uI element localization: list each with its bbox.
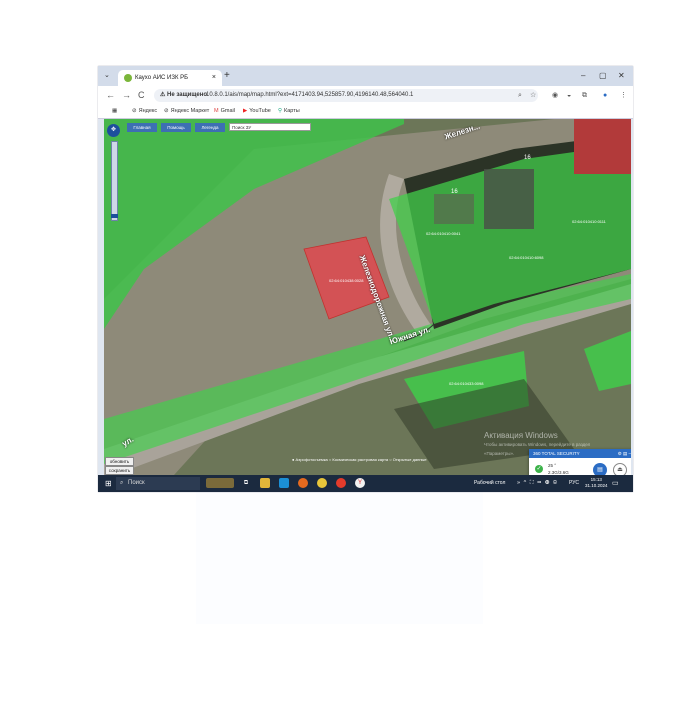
- zoom-slider-handle[interactable]: [111, 214, 118, 218]
- refresh-button[interactable]: обновить: [105, 457, 134, 466]
- bookmark-yandex[interactable]: ⊘ Яндекс: [132, 104, 157, 118]
- parcel-search-input[interactable]: Поиск ЗУ: [229, 123, 311, 131]
- youtube-icon: ▶: [243, 108, 248, 114]
- site-favicon-icon: [124, 74, 132, 82]
- windows-taskbar: ⊞ ⌕ Поиск ⧉ Y Рабочий стол » ^ ⛶ ▭ ◍ ⊛ Р…: [98, 475, 633, 492]
- cleanup-button[interactable]: ▤: [593, 463, 607, 475]
- search-icon: ⌕: [120, 480, 124, 486]
- back-button[interactable]: ←: [106, 88, 115, 102]
- parcel-label: 02:64:010410:6098: [509, 255, 544, 260]
- tab-main[interactable]: Главная: [127, 123, 157, 132]
- minimize-button[interactable]: –: [581, 69, 585, 83]
- bookmarks-bar: ▦ ⊘ Яндекс ⊘ Яндекс Маркет M Gmail ▶ YouTube…: [98, 104, 633, 119]
- bookmark-yandex-market[interactable]: ⊘ Яндекс Маркет: [164, 104, 209, 118]
- security-popup[interactable]: 360 TOTAL SECURITY ⚙ ▤ – ✓ 25 ° 2.3G/3.6…: [529, 449, 631, 475]
- bookmark-star-icon[interactable]: ☆: [530, 89, 536, 102]
- tab-title: Каухо АИС ИЗК РБ: [135, 75, 189, 81]
- house-number: 16: [451, 189, 458, 195]
- chrome-icon[interactable]: [317, 478, 327, 488]
- eject-button[interactable]: ⏏: [613, 463, 627, 475]
- start-button[interactable]: ⊞: [105, 475, 112, 492]
- bookmark-gmail[interactable]: M Gmail: [214, 104, 235, 118]
- tab-legend[interactable]: Легенда: [195, 123, 225, 132]
- news-widget-icon[interactable]: [206, 478, 234, 488]
- layer-switcher[interactable]: ● Аэрофотосъемка ○ Космическая растровая…: [292, 457, 427, 462]
- not-secure-badge[interactable]: ⚠ Не защищено: [160, 89, 207, 102]
- tab-help[interactable]: Помощь: [161, 123, 191, 132]
- check-icon: ✓: [535, 465, 543, 473]
- tab-list-button[interactable]: ⌄: [104, 70, 110, 82]
- pan-control[interactable]: ✥: [107, 124, 120, 137]
- security-popup-header: 360 TOTAL SECURITY ⚙ ▤ –: [529, 449, 631, 458]
- notifications-icon[interactable]: ▭: [612, 475, 619, 492]
- tab-close-icon[interactable]: ×: [212, 70, 216, 86]
- aerial-map-image: [104, 119, 631, 475]
- parcel-label: 02:64:010433:0098: [449, 381, 484, 386]
- taskbar-clock[interactable]: 15:13 31.10.2024: [585, 477, 608, 489]
- bookmark-youtube[interactable]: ▶ YouTube: [243, 104, 271, 118]
- house-number: 16: [524, 155, 531, 161]
- browser-tab[interactable]: Каухо АИС ИЗК РБ ×: [118, 70, 222, 86]
- close-window-button[interactable]: ✕: [618, 69, 625, 83]
- apps-icon[interactable]: ▦: [112, 104, 117, 118]
- parcel-label: 02:64:010438:0028: [329, 278, 364, 283]
- task-view-icon[interactable]: ⧉: [241, 478, 251, 488]
- edge-icon[interactable]: [279, 478, 289, 488]
- tab-strip: ⌄ Каухо АИС ИЗК РБ × + – ▢ ✕: [98, 66, 633, 86]
- yandex-market-icon: ⊘: [164, 108, 169, 114]
- input-language[interactable]: РУС: [569, 475, 579, 492]
- parcel-label: 02:64:010410:0041: [426, 231, 461, 236]
- map-viewport[interactable]: ✥ Главная Помощь Легенда Поиск ЗУ Железн…: [104, 119, 631, 475]
- extension-icon[interactable]: ◉: [552, 89, 558, 102]
- url-text[interactable]: 10.8.0.1/ais/map/map.html?ext=4171403.94…: [206, 89, 413, 102]
- popup-controls-icon[interactable]: ⚙ ▤ –: [618, 449, 631, 458]
- zoom-icon[interactable]: ⌕: [518, 89, 522, 102]
- yandex-browser-icon[interactable]: [336, 478, 346, 488]
- new-tab-button[interactable]: +: [224, 69, 230, 83]
- browser-menu-icon[interactable]: ⋮: [620, 89, 627, 102]
- yandex-icon: ⊘: [132, 108, 137, 114]
- address-bar[interactable]: ⚠ Не защищено 10.8.0.1/ais/map/map.html?…: [154, 89, 538, 102]
- gmail-icon: M: [214, 108, 219, 114]
- forward-button[interactable]: →: [122, 88, 131, 102]
- extension-icon-2[interactable]: ◒: [567, 89, 571, 102]
- maps-pin-icon: ⚲: [278, 108, 283, 114]
- yandex-app-icon[interactable]: Y: [355, 478, 365, 488]
- desktop-toolbar-label[interactable]: Рабочий стол: [474, 475, 505, 492]
- browser-window-screenshot: ⌄ Каухо АИС ИЗК РБ × + – ▢ ✕ ← → C ⚠ Не …: [98, 66, 633, 492]
- side-panel-icon[interactable]: ⧉: [582, 89, 587, 102]
- cpu-temperature: 25 °: [548, 463, 557, 468]
- save-button[interactable]: сохранить: [105, 466, 134, 475]
- firefox-icon[interactable]: [298, 478, 308, 488]
- browser-toolbar: ← → C ⚠ Не защищено 10.8.0.1/ais/map/map…: [98, 86, 633, 104]
- file-explorer-icon[interactable]: [260, 478, 270, 488]
- maximize-button[interactable]: ▢: [599, 69, 607, 83]
- system-tray-icons[interactable]: » ^ ⛶ ▭ ◍ ⊛: [517, 475, 558, 492]
- taskbar-search[interactable]: ⌕ Поиск: [116, 477, 200, 490]
- reload-button[interactable]: C: [138, 88, 145, 102]
- parcel-label: 02:64:010410:0111: [572, 219, 606, 224]
- profile-avatar-icon[interactable]: ●: [603, 89, 607, 102]
- bookmark-maps[interactable]: ⚲ Карты: [278, 104, 300, 118]
- zoom-slider[interactable]: [111, 141, 118, 221]
- page-background-block: [196, 492, 483, 624]
